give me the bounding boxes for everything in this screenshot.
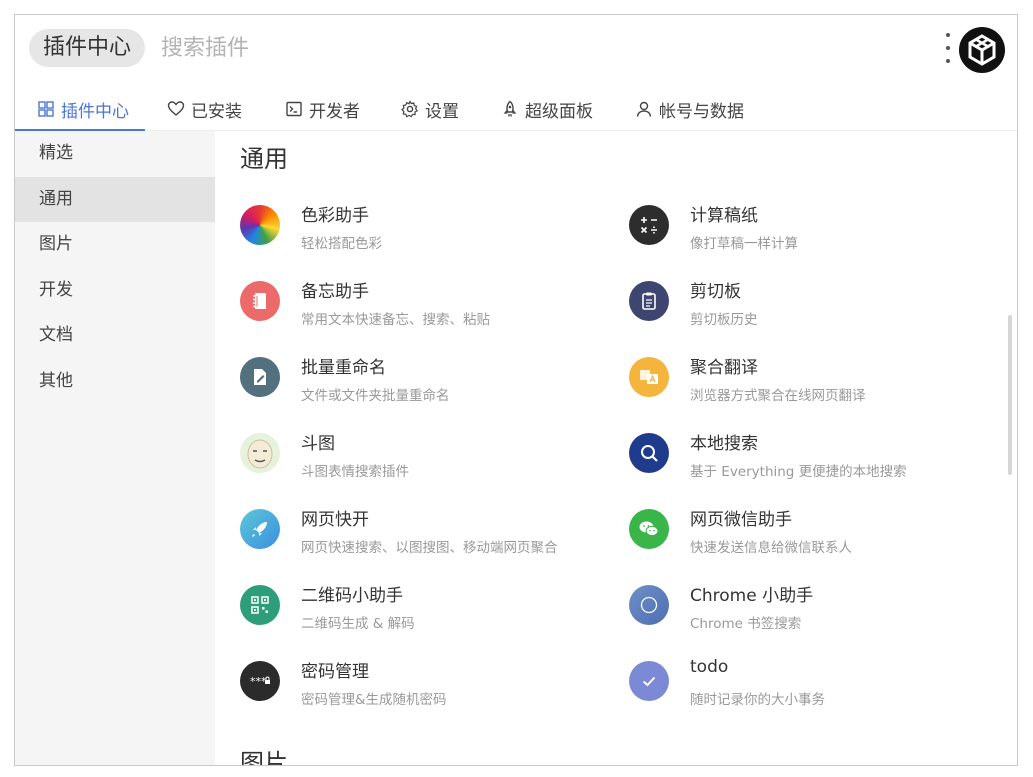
plugin-center-window: 插件中心 插件中心 <box>14 14 1018 766</box>
sidebar-item-documents[interactable]: 文档 <box>15 313 215 359</box>
plugin-todo[interactable]: todo 随时记录你的大小事务 <box>629 657 1009 717</box>
plugin-desc: 轻松搭配色彩 <box>301 236 382 252</box>
sidebar-item-other[interactable]: 其他 <box>15 359 215 405</box>
tab-bar: 插件中心 已安装 开发者 设置 超级面板 帐号与数据 <box>15 87 1017 131</box>
plugin-name: 聚合翻译 <box>690 358 758 378</box>
plugin-desc: 密码管理&生成随机密码 <box>301 692 447 708</box>
sidebar-item-general[interactable]: 通用 <box>15 176 215 222</box>
search-input[interactable] <box>161 29 921 67</box>
tab-label: 超级面板 <box>525 101 593 122</box>
plugin-name: 网页快开 <box>301 510 369 530</box>
plugin-name: todo <box>690 657 729 677</box>
section-title-images: 图片 <box>240 749 288 766</box>
sidebar-item-featured[interactable]: 精选 <box>15 131 215 177</box>
plugin-password-manager[interactable]: *** 密码管理 密码管理&生成随机密码 <box>240 657 620 717</box>
plugin-desc: 剪切板历史 <box>690 312 758 328</box>
sidebar-item-development[interactable]: 开发 <box>15 268 215 314</box>
plugin-desc: 二维码生成 & 解码 <box>301 616 415 632</box>
terminal-icon <box>286 101 302 117</box>
magnifier-icon <box>629 433 669 473</box>
plugin-desc: 网页快速搜索、以图搜图、移动端网页聚合 <box>301 540 558 556</box>
category-sidebar: 精选 通用 图片 开发 文档 其他 <box>15 131 215 765</box>
scrollbar-thumb[interactable] <box>1008 315 1012 475</box>
plugin-desc: 文件或文件夹批量重命名 <box>301 388 450 404</box>
plugin-local-search[interactable]: 本地搜索 基于 Everything 更便捷的本地搜索 <box>629 429 1009 489</box>
grid-icon <box>38 101 54 117</box>
plugin-web-wechat[interactable]: 网页微信助手 快速发送信息给微信联系人 <box>629 505 1009 565</box>
password-icon: *** <box>240 661 280 701</box>
translate-icon <box>629 357 669 397</box>
more-options-button[interactable] <box>943 33 953 63</box>
plugin-aggregate-translate[interactable]: 聚合翻译 浏览器方式聚合在线网页翻译 <box>629 353 1009 413</box>
plugin-name: 网页微信助手 <box>690 510 792 530</box>
plugin-name: 密码管理 <box>301 662 369 682</box>
plugin-center-tag[interactable]: 插件中心 <box>29 29 146 67</box>
plugin-color-helper[interactable]: 色彩助手 轻松搭配色彩 <box>240 201 620 261</box>
dot-icon <box>946 33 950 37</box>
plugin-desc: Chrome 书签搜索 <box>690 616 802 632</box>
plugin-list: 通用 色彩助手 轻松搭配色彩 计算稿纸 像打草稿一样计算 备忘助手 常用文本快速… <box>215 131 1017 766</box>
plugin-name: 批量重命名 <box>301 358 386 378</box>
plugin-desc: 像打草稿一样计算 <box>690 236 798 252</box>
tab-settings[interactable]: 设置 <box>401 87 459 131</box>
plugin-memo-helper[interactable]: 备忘助手 常用文本快速备忘、搜索、粘贴 <box>240 277 620 337</box>
plugin-qrcode-helper[interactable]: 二维码小助手 二维码生成 & 解码 <box>240 581 620 641</box>
plugin-desc: 常用文本快速备忘、搜索、粘贴 <box>301 312 490 328</box>
tab-label: 开发者 <box>309 101 360 122</box>
plugin-clipboard[interactable]: 剪切板 剪切板历史 <box>629 277 1009 337</box>
notebook-icon <box>240 281 280 321</box>
plugin-web-quick-open[interactable]: 网页快开 网页快速搜索、以图搜图、移动端网页聚合 <box>240 505 620 565</box>
rename-icon <box>240 357 280 397</box>
plugin-meme[interactable]: 斗图 斗图表情搜索插件 <box>240 429 620 489</box>
plugin-calc-paper[interactable]: 计算稿纸 像打草稿一样计算 <box>629 201 1009 261</box>
dot-icon <box>946 46 950 50</box>
chrome-icon <box>629 585 669 625</box>
plugin-chrome-helper[interactable]: Chrome 小助手 Chrome 书签搜索 <box>629 581 1009 641</box>
plugin-batch-rename[interactable]: 批量重命名 文件或文件夹批量重命名 <box>240 353 620 413</box>
tab-super-panel[interactable]: 超级面板 <box>501 87 593 131</box>
header: 插件中心 <box>15 15 1017 85</box>
clipboard-icon <box>629 281 669 321</box>
tab-developer[interactable]: 开发者 <box>285 87 360 131</box>
tab-label: 插件中心 <box>61 101 129 122</box>
tab-label: 已安装 <box>191 101 242 122</box>
meme-face-icon <box>240 433 280 473</box>
tab-label: 帐号与数据 <box>659 101 744 122</box>
plugin-desc: 随时记录你的大小事务 <box>690 692 825 708</box>
user-icon <box>636 101 652 117</box>
svg-text:***: *** <box>250 675 267 687</box>
plugin-name: Chrome 小助手 <box>690 586 814 606</box>
dot-icon <box>946 59 950 63</box>
plugin-desc: 基于 Everything 更便捷的本地搜索 <box>690 464 907 480</box>
plugin-name: 斗图 <box>301 434 335 454</box>
tab-label: 设置 <box>425 101 459 122</box>
plugin-name: 色彩助手 <box>301 206 369 226</box>
plugin-name: 本地搜索 <box>690 434 758 454</box>
section-title-general: 通用 <box>240 145 288 173</box>
tab-installed[interactable]: 已安装 <box>167 87 242 131</box>
plugin-name: 剪切板 <box>690 282 741 302</box>
color-wheel-icon <box>240 205 280 245</box>
gear-icon <box>401 100 419 118</box>
rocket-icon <box>240 509 280 549</box>
tab-plugin-center[interactable]: 插件中心 <box>37 87 129 131</box>
qrcode-icon <box>240 585 280 625</box>
plugin-name: 二维码小助手 <box>301 586 403 606</box>
plugin-desc: 浏览器方式聚合在线网页翻译 <box>690 388 866 404</box>
tab-account-data[interactable]: 帐号与数据 <box>635 87 744 131</box>
plugin-name: 备忘助手 <box>301 282 369 302</box>
calculator-icon <box>629 205 669 245</box>
rocket-icon <box>503 100 517 117</box>
check-icon <box>629 661 669 701</box>
plugin-name: 计算稿纸 <box>690 206 758 226</box>
app-logo[interactable] <box>959 27 1005 73</box>
plugin-desc: 斗图表情搜索插件 <box>301 464 409 480</box>
heart-icon <box>167 101 185 116</box>
plugin-desc: 快速发送信息给微信联系人 <box>690 540 852 556</box>
wechat-icon <box>629 509 669 549</box>
sidebar-item-images[interactable]: 图片 <box>15 222 215 268</box>
